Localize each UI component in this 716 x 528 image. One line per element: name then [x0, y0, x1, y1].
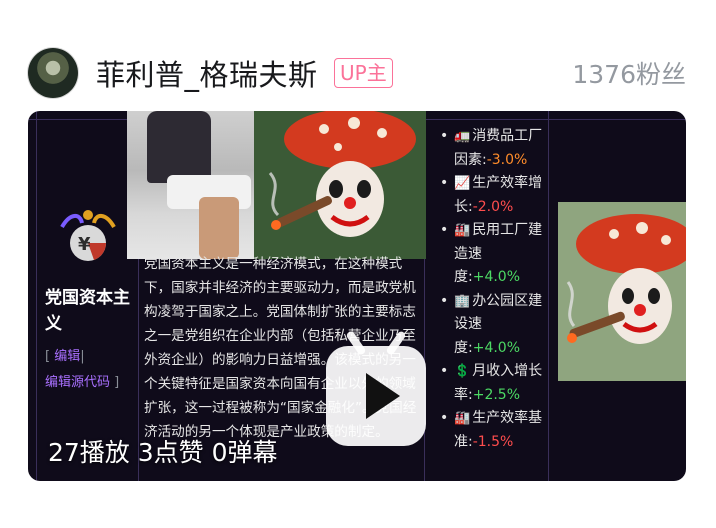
- edit-source-link[interactable]: 编辑源代码: [45, 375, 110, 390]
- bullet-icon: •: [440, 175, 449, 191]
- modifier-item: • 🚛 消费品工厂因素:-3.0%: [440, 125, 548, 172]
- avatar[interactable]: [28, 48, 78, 98]
- play-icon: [366, 373, 400, 419]
- link-separator: |: [80, 349, 85, 364]
- thumbnail-mushroom-clown-side: [558, 202, 686, 381]
- modifier-value: +4.0%: [472, 269, 521, 285]
- svg-text:¥: ¥: [78, 234, 91, 255]
- state-capitalism-icon: ¥: [60, 210, 116, 261]
- modifier-item: • 📈 生产效率增长:-2.0%: [440, 172, 548, 219]
- up-badge: UP主: [334, 58, 393, 88]
- modifier-value: -1.5%: [472, 433, 514, 450]
- table-border: [548, 111, 549, 481]
- bullet-icon: •: [440, 410, 449, 426]
- modifier-item: • 💲 月收入增长率:+2.5%: [440, 360, 548, 407]
- bullet-icon: •: [440, 292, 449, 309]
- modifier-value: -3.0%: [486, 151, 528, 168]
- thumbnail-mushroom-clown: [254, 111, 426, 259]
- bullet-icon: •: [440, 222, 449, 238]
- fan-count: 1376粉丝: [572, 60, 686, 89]
- video-stats-overlay: 27播放 3点赞 0弹幕: [48, 438, 278, 467]
- modifier-icon: 🏭: [454, 223, 471, 238]
- thumbnail-photo-man: [127, 111, 254, 259]
- modifier-icon: 💲: [454, 364, 471, 379]
- play-button[interactable]: [326, 330, 426, 446]
- modifier-item: • 🏢 办公园区建设速度:+4.0%: [440, 290, 548, 361]
- modifier-item: • 🏭 生产效率基准:-1.5%: [440, 407, 548, 454]
- edit-links: [ 编辑| 编辑源代码 ]: [45, 344, 155, 396]
- bullet-icon: •: [440, 128, 449, 144]
- video-card[interactable]: ¥ 党国资本主义 [ 编辑| 编辑源代码 ] 党国资本主义是一种经济模式，在这种…: [28, 111, 686, 481]
- modifier-icon: 📈: [454, 176, 471, 191]
- modifier-value: +2.5%: [472, 386, 521, 403]
- table-border: [36, 111, 37, 481]
- modifier-icon: 🏢: [454, 293, 471, 309]
- figure-torso: [147, 111, 211, 183]
- modifier-item: • 🏭 民用工厂建造速度:+4.0%: [440, 219, 548, 290]
- bullet-icon: •: [440, 363, 449, 379]
- bracket-close: ]: [110, 375, 120, 390]
- card-title: 党国资本主义: [45, 288, 130, 334]
- modifier-value: -2.0%: [472, 198, 514, 215]
- modifier-icon: 🚛: [454, 129, 471, 144]
- modifier-list: • 🚛 消费品工厂因素:-3.0% • 📈 生产效率增长:-2.0% • 🏭 民用工厂建造速度:…: [440, 125, 548, 454]
- post-header: 菲利普_格瑞夫斯 UP主 1376粉丝: [0, 0, 716, 110]
- figure-shin: [199, 197, 239, 259]
- username[interactable]: 菲利普_格瑞夫斯: [96, 52, 318, 94]
- modifier-icon: 🏭: [454, 411, 471, 426]
- edit-link[interactable]: 编辑: [54, 349, 80, 364]
- modifier-value: +4.0%: [472, 339, 521, 356]
- bracket-open: [: [45, 349, 55, 364]
